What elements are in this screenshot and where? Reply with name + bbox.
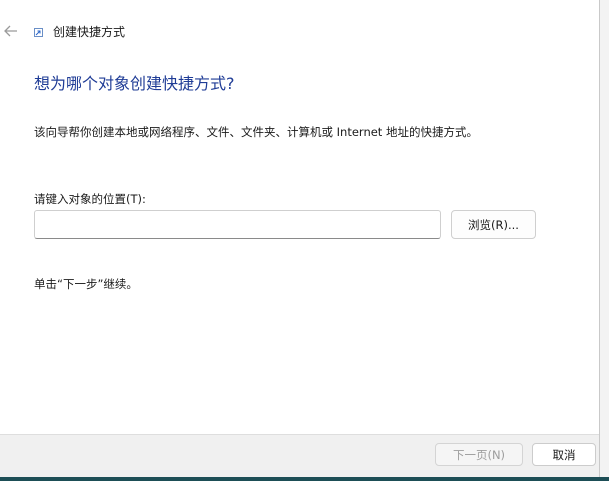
continue-hint: 单击“下一步”继续。 (34, 277, 138, 291)
shortcut-icon (33, 27, 43, 37)
wizard-description: 该向导帮你创建本地或网络程序、文件、文件夹、计算机或 Internet 地址的快… (34, 125, 478, 139)
create-shortcut-window: 创建快捷方式 想为哪个对象创建快捷方式? 该向导帮你创建本地或网络程序、文件、文… (0, 0, 609, 481)
browse-button[interactable]: 浏览(R)... (451, 210, 536, 239)
desktop-strip (0, 477, 609, 481)
window-title: 创建快捷方式 (53, 25, 126, 39)
window-edge (599, 0, 609, 481)
location-label: 请键入对象的位置(T): (34, 192, 146, 206)
back-arrow-icon (4, 25, 17, 37)
next-button[interactable]: 下一页(N) (435, 443, 523, 466)
page-heading: 想为哪个对象创建快捷方式? (34, 74, 235, 93)
cancel-button[interactable]: 取消 (532, 443, 596, 466)
location-input[interactable] (34, 210, 441, 239)
back-button[interactable] (0, 20, 22, 42)
